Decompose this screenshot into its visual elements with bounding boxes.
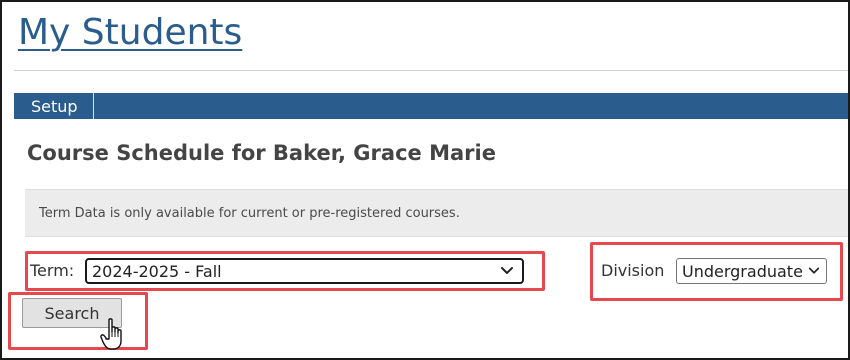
- page-title-link[interactable]: My Students: [18, 10, 242, 56]
- info-message: Term Data is only available for current …: [39, 205, 460, 221]
- highlight-box-term: [25, 251, 545, 291]
- hand-pointer-icon: [100, 318, 122, 350]
- header-divider: [14, 70, 848, 71]
- info-banner: Term Data is only available for current …: [25, 189, 848, 237]
- nav-item-setup[interactable]: Setup: [14, 93, 94, 119]
- nav-bar: Setup: [14, 93, 848, 119]
- highlight-box-division: [590, 242, 843, 301]
- page-heading: Course Schedule for Baker, Grace Marie: [27, 141, 496, 165]
